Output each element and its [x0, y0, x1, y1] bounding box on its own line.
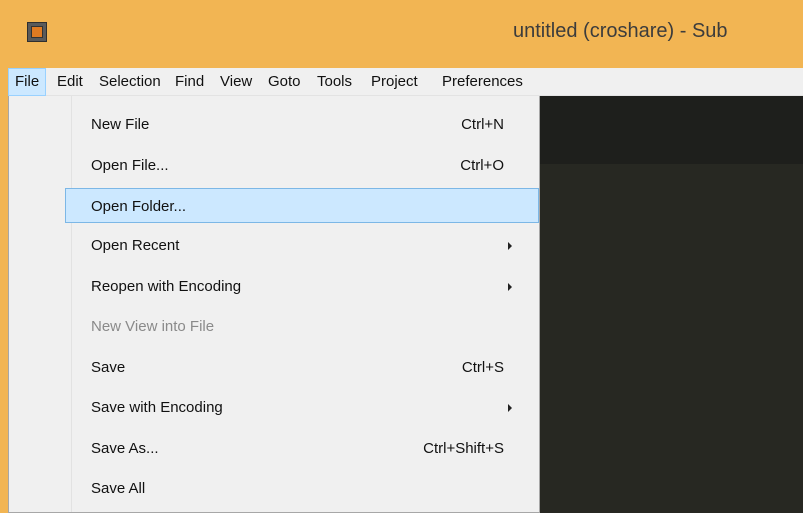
menu-item-shortcut: Ctrl+N	[461, 116, 504, 133]
menu-item-save-as[interactable]: Save As... Ctrl+Shift+S	[66, 431, 538, 466]
menu-file[interactable]: File	[8, 68, 47, 96]
editor-area[interactable]	[540, 96, 803, 513]
window-frame-left	[0, 0, 8, 513]
menu-edit[interactable]: Edit	[51, 68, 89, 96]
menu-tools[interactable]: Tools	[311, 68, 358, 96]
menu-item-label: Open File...	[91, 157, 169, 174]
title-bar: untitled (croshare) - Sub	[0, 0, 803, 68]
menu-item-shortcut: Ctrl+S	[461, 359, 504, 376]
menu-item-label: Save As...	[91, 440, 159, 457]
app-icon-glyph	[31, 26, 43, 38]
menu-item-open-folder[interactable]: Open Folder...	[65, 188, 539, 223]
menu-item-label: Reopen with Encoding	[91, 278, 242, 295]
menu-item-open-file[interactable]: Open File... Ctrl+O	[66, 148, 538, 183]
chevron-right-icon	[508, 242, 512, 250]
editor-tab-bar	[540, 96, 803, 164]
menu-item-label: Save	[91, 359, 126, 376]
menu-selection[interactable]: Selection	[93, 68, 167, 96]
menu-item-save-with-encoding[interactable]: Save with Encoding	[66, 390, 538, 425]
menu-project[interactable]: Project	[365, 68, 424, 96]
menu-item-shortcut: Ctrl+O	[460, 157, 504, 174]
menu-find[interactable]: Find	[169, 68, 210, 96]
menu-item-reopen-with-encoding[interactable]: Reopen with Encoding	[66, 269, 538, 304]
menu-preferences[interactable]: Preferences	[436, 68, 529, 96]
menu-item-open-recent[interactable]: Open Recent	[66, 228, 538, 263]
window-title: untitled (croshare) - Sub	[513, 20, 728, 42]
sublime-text-icon[interactable]	[27, 22, 47, 42]
menu-item-shortcut: Ctrl+Shift+S	[423, 440, 504, 457]
menu-item-save-all[interactable]: Save All	[66, 471, 538, 506]
menu-item-label: Open Folder...	[91, 198, 187, 215]
menu-bar: File Edit Selection Find View Goto Tools…	[8, 68, 803, 96]
menu-item-save[interactable]: Save Ctrl+S	[66, 350, 538, 385]
menu-item-label: Save All	[91, 480, 146, 497]
menu-item-label: Save with Encoding	[91, 399, 223, 416]
menu-item-label: New File	[91, 116, 150, 133]
menu-item-new-file[interactable]: New File Ctrl+N	[66, 107, 538, 142]
file-menu: New File Ctrl+N Open File... Ctrl+O Open…	[8, 96, 540, 513]
menu-view[interactable]: View	[214, 68, 258, 96]
menu-item-label: Open Recent	[91, 237, 180, 254]
chevron-right-icon	[508, 283, 512, 291]
menu-item-new-view-into-file: New View into File	[66, 309, 538, 344]
menu-item-label: New View into File	[91, 318, 215, 335]
menu-goto[interactable]: Goto	[262, 68, 307, 96]
chevron-right-icon	[508, 404, 512, 412]
